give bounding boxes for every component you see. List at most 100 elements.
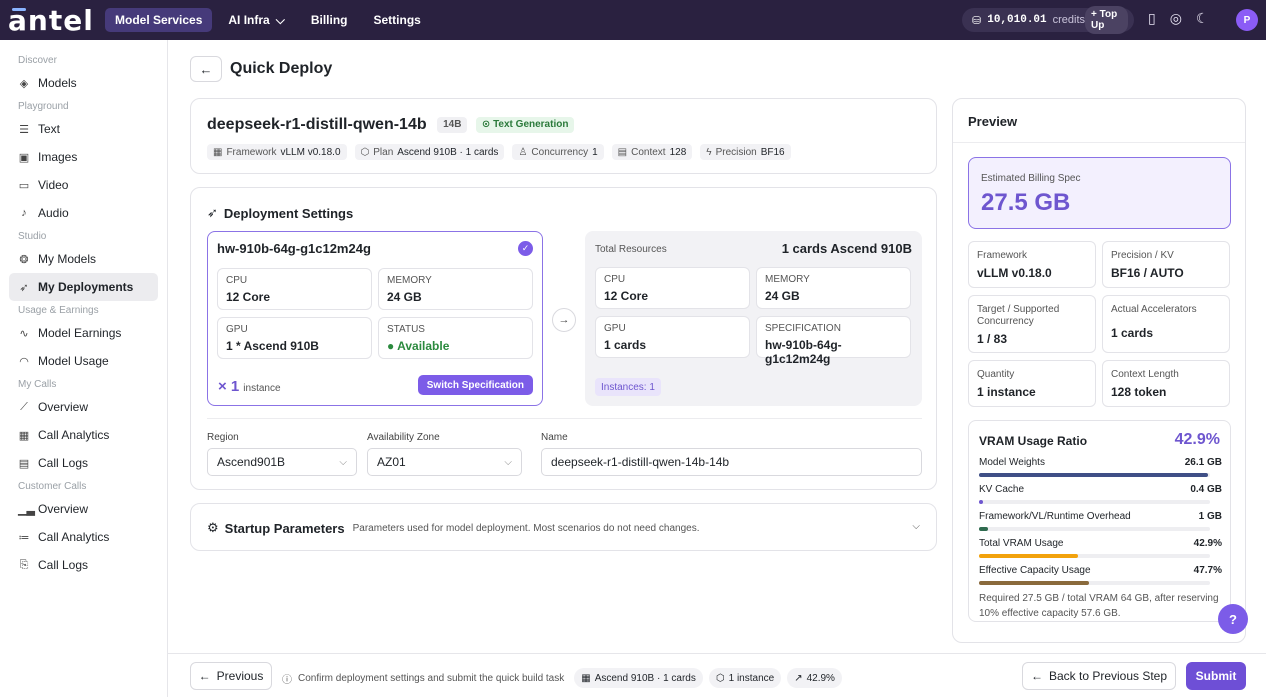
cell-value: 128 token [1111, 385, 1167, 399]
cube-icon: ◈ [19, 77, 29, 90]
sidebar-item-overview-customer[interactable]: ▁▃ Overview [9, 495, 158, 523]
cell-value: 12 Core [226, 290, 271, 304]
moon-icon[interactable]: ☾ [1196, 10, 1209, 27]
meta-key: Concurrency [531, 146, 589, 158]
summary-chip-plan: ▦ Ascend 910B · 1 cards [574, 668, 703, 688]
sidebar-item-audio[interactable]: ♪ Audio [9, 199, 158, 227]
sidebar-item-call-analytics[interactable]: ▦ Call Analytics [9, 421, 158, 449]
top-up-button[interactable]: + Top Up [1085, 6, 1128, 34]
text-icon: ☰ [19, 123, 29, 136]
cell-key: GPU [226, 324, 248, 335]
meta-value: Ascend 910B · 1 cards [397, 146, 499, 158]
sidebar-item-model-earnings[interactable]: ∿ Model Earnings [9, 319, 158, 347]
model-info-card: deepseek-r1-distill-qwen-14b 14B ⊙ Text … [190, 98, 937, 174]
meta-value: 128 [669, 146, 687, 158]
sidebar-item-label: Call Analytics [38, 428, 110, 442]
model-size-badge: 14B [437, 116, 468, 133]
cell-value: 1 instance [977, 385, 1036, 399]
docs-book-icon[interactable]: ▯ [1148, 10, 1156, 27]
sidebar-item-my-models[interactable]: ❂ My Models [9, 245, 158, 273]
total-memory: MEMORY 24 GB [756, 267, 911, 309]
name-input[interactable]: deepseek-r1-distill-qwen-14b-14b [541, 448, 922, 476]
progress-track [979, 500, 1210, 504]
progress-fill [979, 473, 1208, 477]
credits-pill[interactable]: ⛁ 10,010.01 credits + Top Up [962, 6, 1134, 34]
list-icon: ≔ [18, 531, 30, 544]
meta-key: Precision [715, 146, 757, 158]
summary-chip-usage: ↗ 42.9% [787, 668, 842, 688]
chip-label: 42.9% [806, 672, 835, 684]
top-icons: ▯ ◎ ☾ [1148, 10, 1209, 27]
section-title: Deployment Settings [223, 205, 354, 221]
region-select[interactable]: Ascend901B ⌵ [207, 448, 357, 476]
chevron-down-icon[interactable]: ⌵ [912, 521, 920, 532]
selected-spec-card[interactable]: hw-910b-64g-g1c12m24g ✓ CPU 12 Core MEMOR… [207, 231, 543, 406]
nav-model-services[interactable]: Model Services [105, 8, 213, 32]
sidebar-item-images[interactable]: ▣ Images [9, 143, 158, 171]
rocket-icon: ➶ [207, 205, 218, 220]
clipboard-icon: ⎘ [19, 558, 29, 571]
vram-usage-card: VRAM Usage Ratio 42.9% Model Weights 26.1… [968, 420, 1231, 622]
switch-specification-button[interactable]: Switch Specification [417, 375, 533, 395]
meta-concurrency: ♙ Concurrency 1 [512, 144, 604, 160]
sidebar-item-video[interactable]: ▭ Video [9, 171, 158, 199]
cell-value: 24 GB [387, 290, 422, 304]
meta-key: Context [631, 146, 666, 158]
globe-icon[interactable]: ◎ [1170, 10, 1182, 27]
zone-select[interactable]: AZ01 ⌵ [367, 448, 522, 476]
sidebar-item-label: Audio [38, 206, 69, 220]
quantity-value: × 1 [218, 378, 240, 395]
nav-billing[interactable]: Billing [301, 8, 358, 32]
estimated-billing-card: Estimated Billing Spec 27.5 GB [968, 157, 1231, 229]
progress-track [979, 554, 1210, 558]
quantity-unit: instance [243, 383, 281, 394]
total-resources-label: Total Resources [595, 244, 667, 255]
sidebar-item-call-analytics-customer[interactable]: ≔ Call Analytics [9, 523, 158, 551]
meta-value: BF16 [760, 146, 785, 158]
previous-button[interactable]: ← Previous [190, 662, 272, 690]
sidebar-item-label: Video [38, 178, 69, 192]
help-button[interactable]: ? [1218, 604, 1248, 634]
question-icon: ? [1229, 611, 1237, 627]
back-button[interactable]: ← [190, 56, 222, 82]
info-icon: ⓘ [282, 674, 292, 686]
instance-quantity: × 1 instance [218, 378, 281, 395]
model-meta-row: ▦ Framework vLLM v0.18.0 ⬡ Plan Ascend 910B … [207, 144, 791, 160]
vram-row-name: KV Cache [979, 484, 1025, 495]
startup-parameters-card[interactable]: ⚙ Startup Parameters Parameters used for m… [190, 503, 937, 551]
status-badge: ● Available [387, 339, 450, 353]
zone-label: Availability Zone [367, 432, 440, 443]
billing-value: 27.5 GB [981, 189, 1071, 216]
chip-label: 1 instance [728, 672, 775, 684]
box-icon: ⬡ [715, 672, 725, 684]
sidebar-item-call-logs-customer[interactable]: ⎘ Call Logs [9, 551, 158, 579]
total-resources-panel: Total Resources 1 cards Ascend 910B CPU 1… [585, 231, 922, 406]
back-to-previous-step-button[interactable]: ← Back to Previous Step [1022, 662, 1176, 690]
logs-icon: ▤ [18, 457, 30, 470]
submit-button[interactable]: Submit [1186, 662, 1246, 690]
brand-logo[interactable]: antel [8, 4, 94, 37]
cell-key: GPU [604, 323, 626, 334]
sidebar-item-my-deployments[interactable]: ➶ My Deployments [9, 273, 158, 301]
avatar[interactable]: P [1236, 9, 1258, 31]
meta-precision: ϟ Precision BF16 [700, 144, 791, 160]
sidebar-item-overview[interactable]: ⟋ Overview [9, 393, 158, 421]
sidebar-item-call-logs[interactable]: ▤ Call Logs [9, 449, 158, 477]
divider [953, 142, 1245, 143]
nav-ai-infra[interactable]: AI Infra ⌵ [218, 8, 294, 32]
cell-key: Framework [977, 250, 1028, 261]
sidebar-section-usage-earnings: Usage & Earnings [18, 304, 99, 316]
footer-bar: ← Previous ⓘ Confirm deployment settings … [168, 653, 1266, 697]
meta-framework: ▦ Framework vLLM v0.18.0 [207, 144, 347, 160]
nav-settings[interactable]: Settings [364, 8, 431, 32]
confirm-summary: ⓘ Confirm deployment settings and submit… [282, 668, 842, 688]
total-specification: SPECIFICATION hw-910b-64g-g1c12m24g [756, 316, 911, 366]
vram-row: KV Cache 0.4 GB [979, 484, 1222, 504]
sidebar-item-model-usage[interactable]: ◠ Model Usage [9, 347, 158, 375]
sidebar-item-models[interactable]: ◈ Models [9, 69, 158, 97]
spec-status: STATUS ● Available [378, 317, 533, 359]
nav-label: AI Infra [228, 13, 270, 27]
vram-row: Model Weights 26.1 GB [979, 457, 1222, 477]
sidebar-item-label: Text [38, 122, 61, 136]
sidebar-item-text[interactable]: ☰ Text [9, 115, 158, 143]
